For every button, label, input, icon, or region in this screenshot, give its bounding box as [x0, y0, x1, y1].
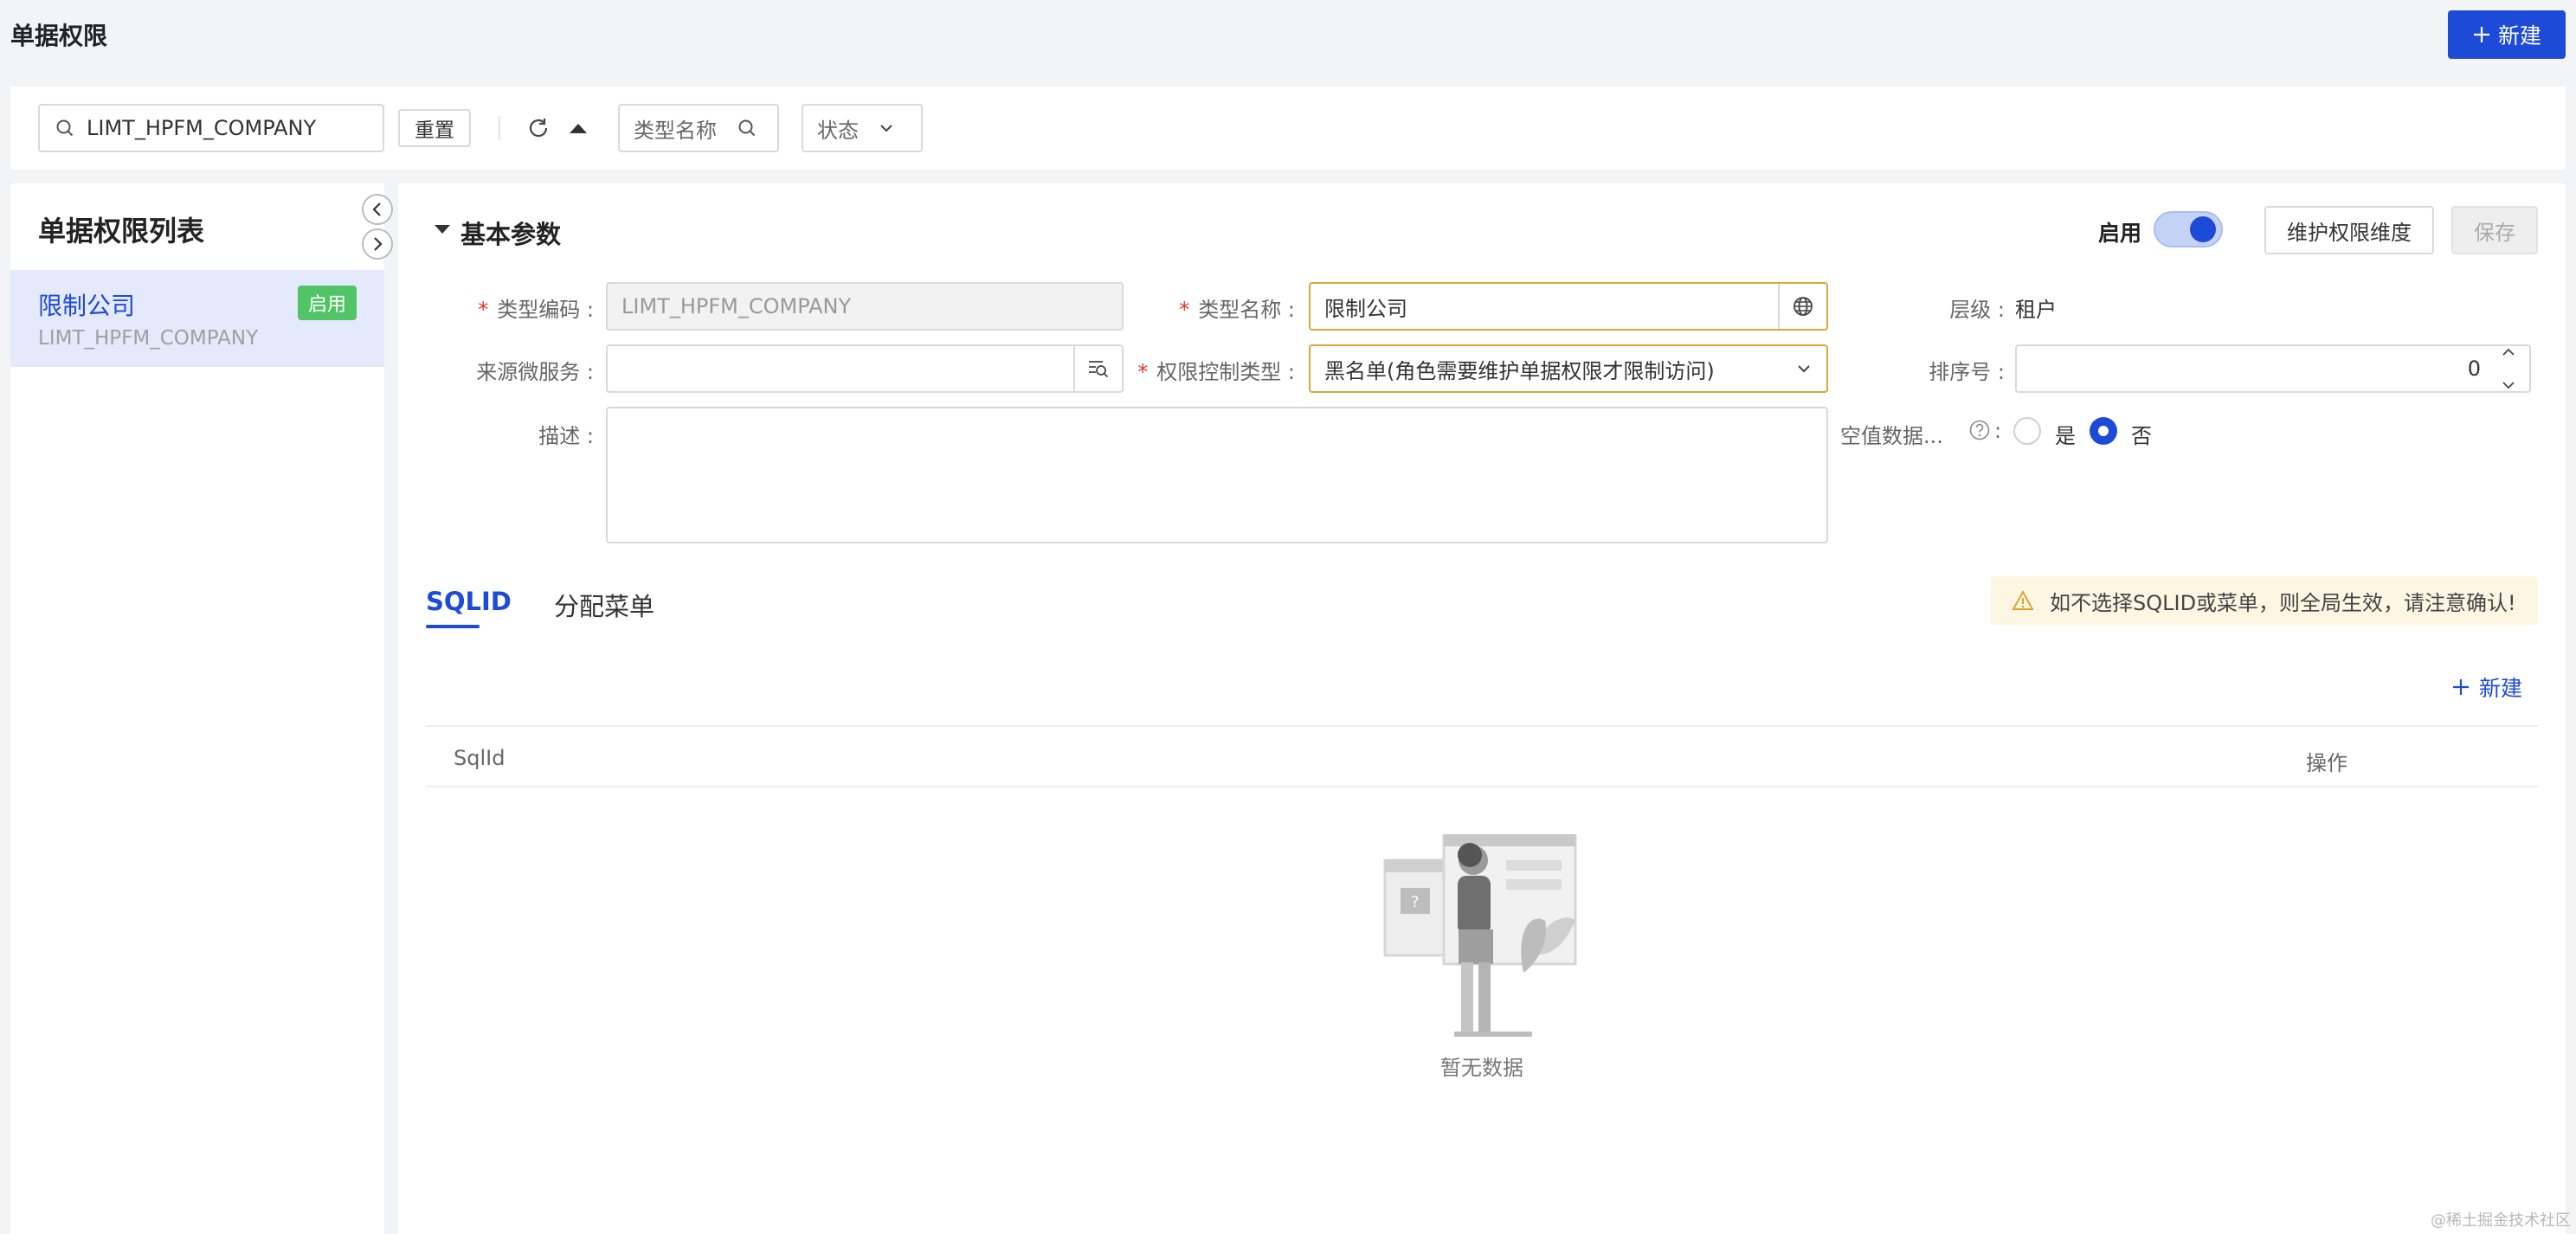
enable-label: 启用 — [2098, 221, 2142, 246]
plus-icon — [2451, 678, 2470, 697]
column-header-sqlid: SqlId — [454, 746, 506, 770]
null-data-label: 空值数据... — [1840, 424, 1943, 448]
active-tab-indicator — [426, 625, 480, 628]
reset-button[interactable]: 重置 — [398, 109, 471, 147]
type-code-label: * 类型编码 : — [478, 298, 594, 322]
control-type-value: 黑名单(角色需要维护单据权限才限制访问) — [1324, 358, 1715, 383]
watermark: @稀土掘金技术社区 — [2431, 1212, 2571, 1230]
empty-state-text: 暂无数据 — [1440, 1056, 1523, 1080]
description-textarea[interactable] — [606, 407, 1828, 543]
maintain-dimension-button[interactable]: 维护权限维度 — [2264, 206, 2434, 254]
sort-number-field[interactable]: 0 — [2015, 344, 2531, 393]
radio-no-label: 否 — [2131, 424, 2152, 448]
type-code-field[interactable]: LIMT_HPFM_COMPANY — [606, 282, 1124, 331]
filter-bar — [10, 87, 2566, 170]
type-name-value: 限制公司 — [1324, 296, 1407, 321]
chevron-up-icon[interactable] — [2502, 348, 2515, 357]
type-name-placeholder: 类型名称 — [634, 118, 717, 143]
radio-yes-label: 是 — [2055, 424, 2076, 448]
type-name-search[interactable]: 类型名称 — [618, 104, 779, 152]
list-item-code: LIMT_HPFM_COMPANY — [38, 327, 259, 350]
search-input[interactable]: LIMT_HPFM_COMPANY — [38, 104, 384, 152]
chevron-down-icon[interactable] — [2502, 381, 2515, 389]
toggle-knob — [2190, 216, 2216, 242]
page-title: 单据权限 — [10, 22, 108, 50]
list-item-name: 限制公司 — [38, 292, 136, 320]
search-icon — [737, 119, 757, 138]
level-value: 租户 — [2015, 298, 2057, 322]
chevron-right-icon — [371, 236, 383, 252]
warning-icon — [2012, 590, 2034, 611]
tab-assign-menu[interactable]: 分配菜单 — [554, 587, 654, 623]
warning-text: 如不选择SQLID或菜单，则全局生效，请注意确认! — [2050, 590, 2516, 615]
radio-yes[interactable] — [2013, 417, 2041, 445]
type-name-field[interactable]: 限制公司 — [1309, 282, 1828, 331]
radio-no-selected-dot — [2098, 426, 2109, 436]
chevron-down-icon — [1797, 364, 1811, 373]
source-service-field[interactable] — [606, 344, 1124, 393]
new-button[interactable]: 新建 — [2448, 10, 2566, 59]
source-service-label: 来源微服务 : — [476, 360, 594, 384]
caret-down-icon[interactable] — [433, 223, 452, 235]
status-select[interactable]: 状态 — [802, 104, 923, 152]
save-button[interactable]: 保存 — [2451, 206, 2538, 254]
column-header-operations: 操作 — [2306, 751, 2347, 775]
tab-sqlid[interactable]: SQLID — [426, 587, 512, 616]
collapse-panel-button[interactable] — [362, 194, 393, 225]
status-badge: 启用 — [298, 286, 357, 320]
chevron-left-icon — [371, 202, 383, 217]
collapse-filter-icon[interactable] — [568, 121, 589, 135]
empty-illustration: ? — [1376, 834, 1593, 1042]
expand-panel-button[interactable] — [362, 228, 393, 260]
description-label: 描述 : — [538, 424, 594, 448]
plus-icon — [2472, 25, 2491, 44]
chevron-down-icon — [879, 124, 893, 132]
status-placeholder: 状态 — [817, 118, 859, 143]
null-data-colon: : — [1994, 419, 2002, 443]
table-header — [426, 725, 2538, 787]
globe-icon[interactable] — [1778, 284, 1826, 329]
search-icon — [55, 119, 74, 138]
svg-text:?: ? — [1411, 893, 1420, 911]
help-icon[interactable] — [1968, 419, 1991, 441]
control-type-label: * 权限控制类型 : — [1137, 360, 1295, 384]
list-title: 单据权限列表 — [38, 215, 205, 247]
new-button-label: 新建 — [2497, 23, 2541, 48]
add-sqlid-label: 新建 — [2479, 676, 2523, 701]
add-sqlid-button[interactable]: 新建 — [2451, 672, 2522, 703]
list-search-icon[interactable] — [1073, 346, 1122, 391]
refresh-icon[interactable] — [526, 116, 551, 140]
toolbar-divider — [499, 116, 500, 140]
type-name-label: * 类型名称 : — [1179, 298, 1295, 322]
section-title: 基本参数 — [460, 220, 562, 249]
level-label: 层级 : — [1949, 298, 2005, 322]
search-value: LIMT_HPFM_COMPANY — [87, 116, 317, 140]
sort-label: 排序号 : — [1929, 360, 2005, 384]
sort-stepper[interactable] — [2496, 348, 2521, 389]
control-type-select[interactable]: 黑名单(角色需要维护单据权限才限制访问) — [1309, 344, 1828, 393]
warning-banner: 如不选择SQLID或菜单，则全局生效，请注意确认! — [1991, 576, 2538, 625]
